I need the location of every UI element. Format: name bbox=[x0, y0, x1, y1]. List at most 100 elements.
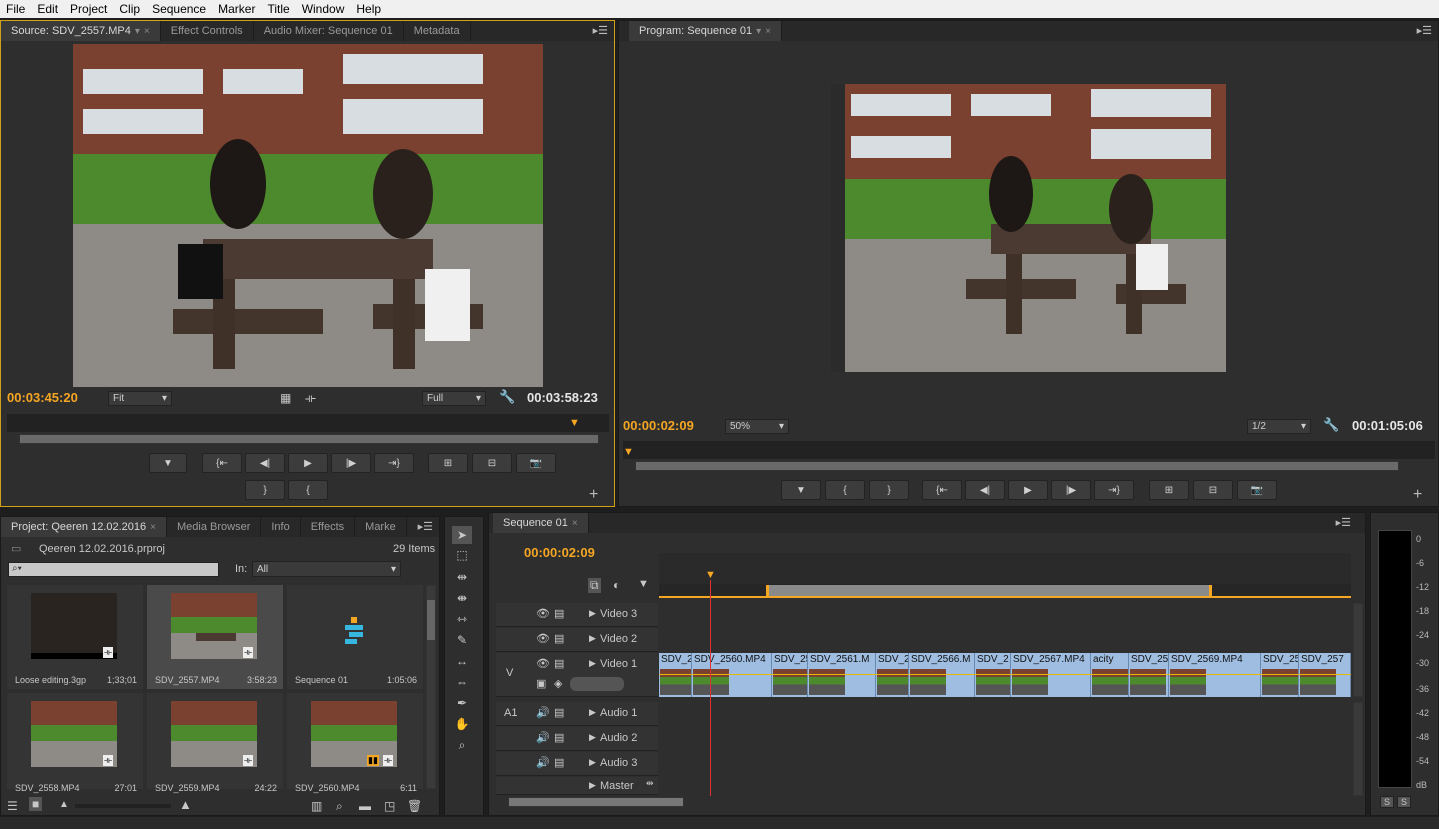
step-back-button[interactable]: ◀| bbox=[965, 480, 1005, 500]
go-to-out-button[interactable]: ⇥} bbox=[374, 453, 414, 473]
export-frame-button[interactable]: 📷 bbox=[1237, 480, 1277, 500]
program-zoom-scrollbar[interactable] bbox=[635, 461, 1399, 471]
set-encore-marker-icon[interactable]: ◐ bbox=[613, 578, 620, 592]
timeline-clip[interactable]: SDV_257 bbox=[1299, 653, 1351, 697]
mark-out-button[interactable]: } bbox=[869, 480, 909, 500]
expand-triangle-icon[interactable]: ▶ bbox=[589, 633, 596, 644]
tab-effects[interactable]: Effects bbox=[301, 517, 356, 537]
tab-source[interactable]: Source: SDV_2557.MP4 ▾ × bbox=[1, 21, 161, 41]
film-icon[interactable]: ▦ bbox=[280, 391, 291, 405]
menu-sequence[interactable]: Sequence bbox=[146, 2, 212, 16]
timeline-clip[interactable]: acity bbox=[1091, 653, 1129, 697]
tab-media-browser[interactable]: Media Browser bbox=[167, 517, 262, 537]
solo-right-button[interactable]: S bbox=[1397, 796, 1412, 808]
tab-audio-mixer[interactable]: Audio Mixer: Sequence 01 bbox=[254, 21, 404, 41]
lift-button[interactable]: ⊞ bbox=[1149, 480, 1189, 500]
display-style-icon[interactable]: ▣ bbox=[536, 677, 546, 690]
zoom-tool-icon[interactable]: ⌕ bbox=[452, 736, 472, 754]
timeline-clip[interactable]: SDV_2 bbox=[975, 653, 1011, 697]
find-icon[interactable]: ⌕ bbox=[336, 799, 343, 814]
program-current-timecode[interactable]: 00:00:02:09 bbox=[623, 418, 694, 433]
project-item[interactable]: ⟛ SDV_2558.MP4 27:01 bbox=[7, 693, 143, 793]
add-marker-icon[interactable]: ▼ bbox=[638, 578, 649, 590]
ripple-edit-tool-icon[interactable]: ⇹ bbox=[452, 568, 472, 586]
keyframe-icon[interactable]: ◈ bbox=[554, 677, 562, 690]
video-tracks-scrollbar[interactable] bbox=[1353, 603, 1363, 697]
step-back-button[interactable]: ◀| bbox=[245, 453, 285, 473]
source-zoom-scrollbar[interactable] bbox=[19, 434, 599, 444]
source-zoom-dropdown[interactable]: Fit ▾ bbox=[108, 391, 172, 406]
program-time-ruler[interactable] bbox=[623, 441, 1435, 459]
sync-lock-icon[interactable]: ▤ bbox=[554, 657, 564, 670]
close-icon[interactable]: × bbox=[144, 26, 150, 37]
track-header-audio-3[interactable]: 🔊 ▤ ▶ Audio 3 bbox=[496, 752, 658, 776]
track-header-master[interactable]: ▶ Master ⇹ bbox=[496, 777, 658, 795]
close-icon[interactable]: × bbox=[572, 518, 578, 529]
add-marker-button[interactable]: ▼ bbox=[149, 453, 187, 473]
new-item-icon[interactable]: ◳ bbox=[384, 799, 395, 813]
sync-lock-icon[interactable]: ▤ bbox=[554, 706, 564, 719]
expand-triangle-icon[interactable]: ▶ bbox=[589, 707, 596, 718]
project-item[interactable]: ▮▮ ⟛ SDV_2560.MP4 6:11 bbox=[287, 693, 423, 793]
list-view-icon[interactable]: ☰ bbox=[7, 799, 18, 813]
expand-triangle-icon[interactable]: ▶ bbox=[589, 780, 596, 791]
panel-menu-icon[interactable]: ▸☰ bbox=[418, 520, 433, 533]
source-time-ruler[interactable] bbox=[7, 414, 609, 432]
playhead-marker-icon[interactable]: ▼ bbox=[569, 417, 580, 429]
sync-lock-icon[interactable]: ▤ bbox=[554, 607, 564, 620]
tab-effect-controls[interactable]: Effect Controls bbox=[161, 21, 254, 41]
project-item[interactable]: ⟛ SDV_2557.MP4 3:58:23 bbox=[147, 585, 283, 689]
go-to-out-button[interactable]: ⇥} bbox=[1094, 480, 1134, 500]
sync-lock-icon[interactable]: ▤ bbox=[554, 731, 564, 744]
tab-sequence[interactable]: Sequence 01 × bbox=[493, 513, 589, 533]
source-quality-dropdown[interactable]: Full ▾ bbox=[422, 391, 486, 406]
chevron-down-icon[interactable]: ▾ bbox=[135, 26, 140, 37]
overwrite-button[interactable]: ⊟ bbox=[472, 453, 512, 473]
eye-icon[interactable]: 👁 bbox=[536, 632, 550, 645]
timeline-clip[interactable]: SDV_2 bbox=[876, 653, 909, 697]
track-header-video-1[interactable]: V 👁 ▤ ▶ Video 1 ▣ ◈ bbox=[496, 653, 658, 697]
panel-menu-icon[interactable]: ▸☰ bbox=[593, 24, 608, 37]
mark-out-button[interactable]: } bbox=[245, 480, 285, 500]
timeline-clip[interactable]: SDV_2566.M bbox=[909, 653, 975, 697]
automate-to-sequence-icon[interactable]: ▥ bbox=[311, 799, 322, 813]
tab-project[interactable]: Project: Qeeren 12.02.2016 × bbox=[1, 517, 167, 537]
add-button-icon[interactable]: + bbox=[1413, 486, 1422, 504]
snap-icon[interactable]: ⧉ bbox=[588, 578, 601, 593]
target-track-label[interactable]: A1 bbox=[504, 707, 517, 719]
menu-title[interactable]: Title bbox=[261, 2, 295, 16]
pen-tool-icon[interactable]: ✒ bbox=[452, 694, 472, 712]
source-current-timecode[interactable]: 00:03:45:20 bbox=[7, 390, 78, 405]
expand-triangle-icon[interactable]: ▶ bbox=[589, 732, 596, 743]
project-search-input[interactable]: ⌕▾ bbox=[8, 562, 219, 577]
close-icon[interactable]: × bbox=[765, 26, 771, 37]
hand-tool-icon[interactable]: ✋ bbox=[452, 715, 472, 733]
project-scrollbar[interactable] bbox=[426, 585, 436, 789]
slip-tool-icon[interactable]: ↔ bbox=[452, 652, 472, 670]
sync-lock-icon[interactable]: ▤ bbox=[554, 632, 564, 645]
timeline-horizontal-scrollbar[interactable] bbox=[508, 797, 684, 807]
menu-help[interactable]: Help bbox=[350, 2, 387, 16]
selection-tool-icon[interactable]: ➤ bbox=[452, 526, 472, 544]
wrench-icon[interactable]: 🔧 bbox=[1323, 417, 1339, 433]
timeline-clip[interactable]: SDV_2567.MP4 bbox=[1011, 653, 1091, 697]
menu-marker[interactable]: Marker bbox=[212, 2, 261, 16]
audio-waveform-icon[interactable]: ⟛ bbox=[305, 391, 316, 406]
menu-project[interactable]: Project bbox=[64, 2, 113, 16]
expand-triangle-icon[interactable]: ▶ bbox=[589, 608, 596, 619]
sync-lock-icon[interactable]: ▤ bbox=[554, 756, 564, 769]
track-header-audio-2[interactable]: 🔊 ▤ ▶ Audio 2 bbox=[496, 727, 658, 751]
razor-tool-icon[interactable]: ✎ bbox=[452, 631, 472, 649]
mark-in-button[interactable]: { bbox=[825, 480, 865, 500]
expand-collapse-icon[interactable]: ⇹ bbox=[646, 778, 654, 789]
timeline-clip[interactable]: SDV_2561.M bbox=[808, 653, 876, 697]
timeline-clip[interactable]: SDV_2560.MP4 bbox=[692, 653, 772, 697]
panel-menu-icon[interactable]: ▸☰ bbox=[1336, 516, 1351, 529]
new-bin-icon[interactable]: ▬ bbox=[359, 799, 371, 813]
menu-clip[interactable]: Clip bbox=[113, 2, 146, 16]
play-button[interactable]: ▶ bbox=[288, 453, 328, 473]
eye-icon[interactable]: 👁 bbox=[536, 607, 550, 620]
tab-metadata[interactable]: Metadata bbox=[404, 21, 471, 41]
export-frame-button[interactable]: 📷 bbox=[516, 453, 556, 473]
wrench-icon[interactable]: 🔧 bbox=[499, 389, 515, 405]
